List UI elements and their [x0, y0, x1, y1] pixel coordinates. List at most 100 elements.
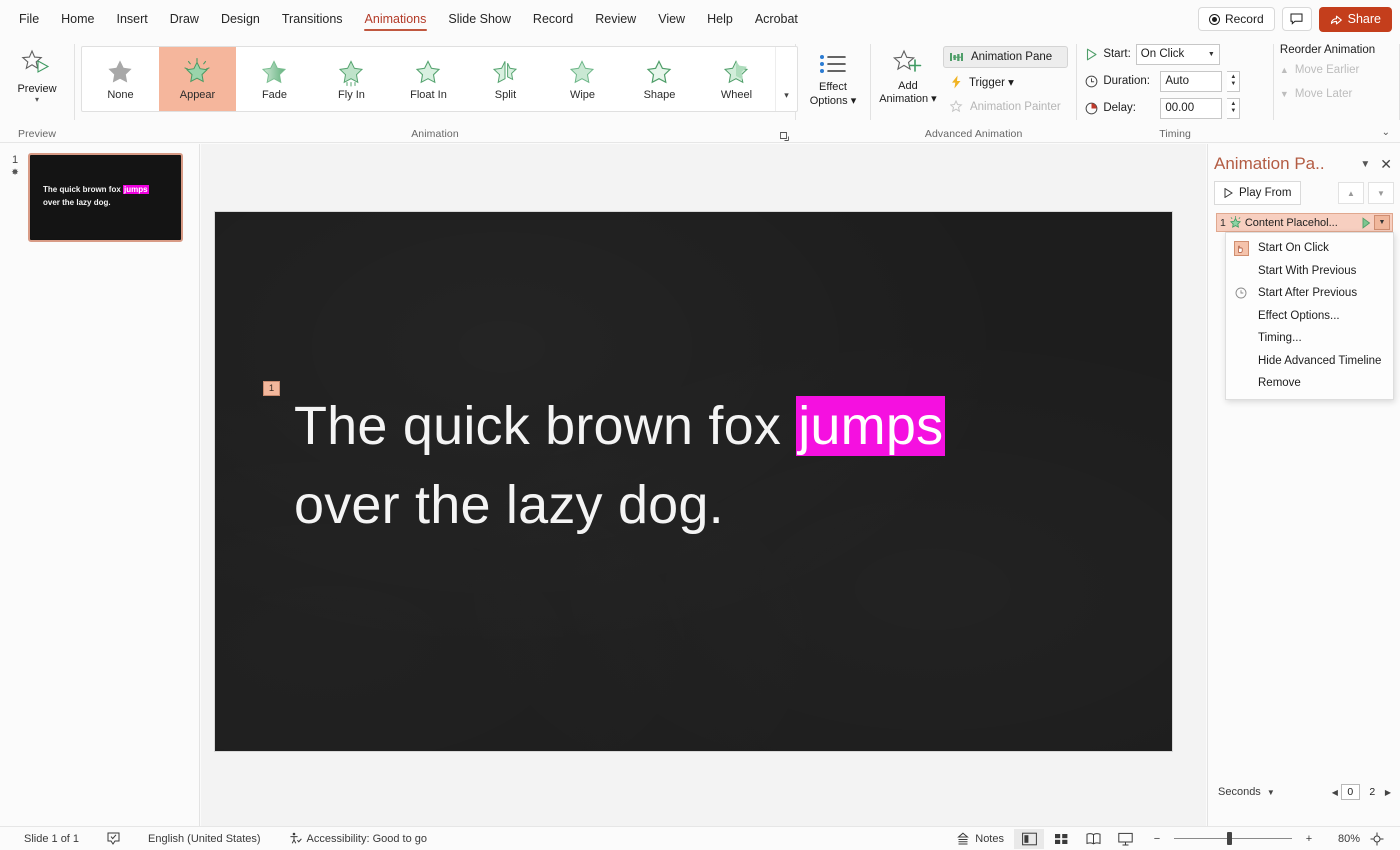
tab-acrobat[interactable]: Acrobat [744, 0, 809, 38]
add-animation-button[interactable]: Add Animation ▾ [877, 42, 939, 106]
trigger-button[interactable]: Trigger ▾ [943, 71, 1068, 93]
timeline-scroll-right-icon[interactable]: ▶ [1385, 788, 1391, 797]
animation-fly-in[interactable]: Fly In [313, 47, 390, 111]
tab-draw[interactable]: Draw [159, 0, 210, 38]
effect-options-button[interactable]: Effect Options ▾ [796, 42, 870, 108]
duration-input[interactable]: Auto [1160, 71, 1222, 92]
ribbon-group-animation: None Appear [75, 38, 795, 142]
menu-item-start-with-previous[interactable]: Start With Previous [1226, 260, 1393, 283]
view-normal-button[interactable] [1014, 829, 1044, 849]
duration-stepper[interactable]: ▲▼ [1227, 71, 1240, 92]
slide-canvas[interactable]: 1 The quick brown fox jumps over the laz… [215, 212, 1172, 751]
record-button[interactable]: Record [1198, 7, 1275, 31]
share-button[interactable]: Share [1319, 7, 1392, 32]
tab-record[interactable]: Record [522, 0, 584, 38]
tab-file[interactable]: File [8, 0, 50, 38]
group-label-preview: Preview [0, 128, 74, 140]
effect-name: Content Placehol... [1245, 217, 1359, 229]
advanced-animation-commands: Animation Pane Trigger ▾ Animation Paint… [943, 42, 1068, 118]
animation-pane-title: Animation Pa.. [1214, 154, 1354, 174]
tab-design[interactable]: Design [210, 0, 271, 38]
trigger-label-wrap: Trigger ▾ [969, 75, 1014, 89]
spinner-down-icon[interactable]: ▼ [1230, 81, 1236, 88]
slide-thumbnail-1[interactable]: The quick brown fox jumps over the lazy … [28, 153, 183, 242]
tab-review[interactable]: Review [584, 0, 647, 38]
reorder-animation-title: Reorder Animation [1280, 44, 1375, 56]
spell-check-button[interactable] [93, 832, 134, 845]
accessibility-button[interactable]: Accessibility: Good to go [275, 832, 441, 845]
timeline-scroll-left-icon[interactable]: ◀ [1332, 788, 1338, 797]
spinner-up-icon[interactable]: ▲ [1230, 74, 1236, 81]
delay-clock-icon [1085, 102, 1098, 115]
animation-none[interactable]: None [82, 47, 159, 111]
view-reading-button[interactable] [1078, 829, 1108, 849]
menu-item-start-after-previous[interactable]: Start After Previous [1226, 282, 1393, 305]
start-label: Start: [1103, 48, 1130, 60]
play-from-button[interactable]: Play From [1214, 181, 1301, 205]
animation-wheel[interactable]: Wheel [698, 47, 775, 111]
star-icon [105, 57, 135, 87]
zoom-out-button[interactable]: − [1142, 829, 1172, 849]
pane-options-chevron-down-icon[interactable]: ▼ [1354, 159, 1376, 170]
animation-order-badge[interactable]: 1 [263, 381, 280, 396]
animation-dialog-launcher[interactable] [780, 132, 789, 141]
animation-star-icon[interactable]: ✸ [11, 167, 19, 178]
zoom-in-button[interactable]: + [1294, 829, 1324, 849]
animation-effect-item-1[interactable]: 1 Content Placehol... ▼ [1216, 213, 1393, 232]
animation-wipe[interactable]: Wipe [544, 47, 621, 111]
menu-item-timing[interactable]: Timing... [1226, 327, 1393, 350]
zoom-slider[interactable] [1174, 829, 1292, 849]
view-slide-sorter-button[interactable] [1046, 829, 1076, 849]
start-select[interactable]: On Click ▼ [1136, 44, 1220, 65]
effect-options-label-2-wrap: Options ▾ [810, 95, 857, 108]
menu-item-start-on-click[interactable]: Start On Click [1226, 237, 1393, 260]
menu-item-remove[interactable]: Remove [1226, 372, 1393, 395]
move-up-button[interactable]: ▲ [1338, 182, 1364, 204]
close-icon[interactable]: ✕ [1376, 156, 1392, 173]
zoom-percent-label[interactable]: 80% [1326, 833, 1360, 845]
tab-slide-show[interactable]: Slide Show [437, 0, 522, 38]
thumbnail-row: 1 ✸ The quick brown fox jumps over the l… [0, 144, 199, 242]
animation-split[interactable]: Split [467, 47, 544, 111]
trigger-icon [950, 75, 963, 89]
timing-bar-icon[interactable] [1362, 217, 1371, 229]
tab-transitions[interactable]: Transitions [271, 0, 354, 38]
duration-label: Duration: [1103, 75, 1155, 87]
slide-text-placeholder[interactable]: The quick brown fox jumps over the lazy … [294, 387, 1112, 545]
reading-view-icon [1086, 832, 1101, 846]
chevron-up-icon: ▲ [1280, 65, 1289, 75]
tab-animations[interactable]: Animations [354, 0, 438, 38]
language-label[interactable]: English (United States) [134, 833, 275, 845]
animation-appear[interactable]: Appear [159, 47, 236, 111]
appear-star-icon [1229, 216, 1242, 229]
ribbon-tab-strip: File Home Insert Draw Design Transitions… [0, 0, 809, 38]
zoom-slider-handle[interactable] [1227, 832, 1232, 845]
notes-button[interactable]: Notes [948, 832, 1012, 845]
tab-insert[interactable]: Insert [106, 0, 159, 38]
tab-view[interactable]: View [647, 0, 696, 38]
seconds-chevron-down-icon[interactable]: ▼ [1267, 788, 1275, 797]
view-slideshow-button[interactable] [1110, 829, 1140, 849]
animation-shape[interactable]: Shape [621, 47, 698, 111]
delay-stepper[interactable]: ▲▼ [1227, 98, 1240, 119]
preview-button[interactable]: Preview ▾ [0, 42, 74, 104]
comments-button[interactable] [1282, 7, 1312, 31]
animation-float-in[interactable]: Float In [390, 47, 467, 111]
tab-help[interactable]: Help [696, 0, 744, 38]
seconds-label[interactable]: Seconds [1218, 786, 1261, 798]
effect-dropdown-button[interactable]: ▼ [1374, 215, 1390, 230]
animation-gallery[interactable]: None Appear [81, 46, 798, 112]
ribbon-collapse-button[interactable]: ⌄ [1382, 127, 1390, 138]
animation-pane-button[interactable]: Animation Pane [943, 46, 1068, 68]
gallery-more-button[interactable]: ▾ [775, 47, 797, 111]
chevron-down-icon[interactable]: ▾ [35, 96, 39, 104]
menu-item-hide-advanced-timeline[interactable]: Hide Advanced Timeline [1226, 350, 1393, 373]
spinner-down-icon[interactable]: ▼ [1230, 108, 1236, 115]
tab-home[interactable]: Home [50, 0, 105, 38]
move-down-button[interactable]: ▼ [1368, 182, 1394, 204]
menu-item-effect-options[interactable]: Effect Options... [1226, 305, 1393, 328]
spinner-up-icon[interactable]: ▲ [1230, 101, 1236, 108]
animation-fade[interactable]: Fade [236, 47, 313, 111]
delay-input[interactable]: 00.00 [1160, 98, 1222, 119]
fit-slide-button[interactable] [1362, 829, 1392, 849]
